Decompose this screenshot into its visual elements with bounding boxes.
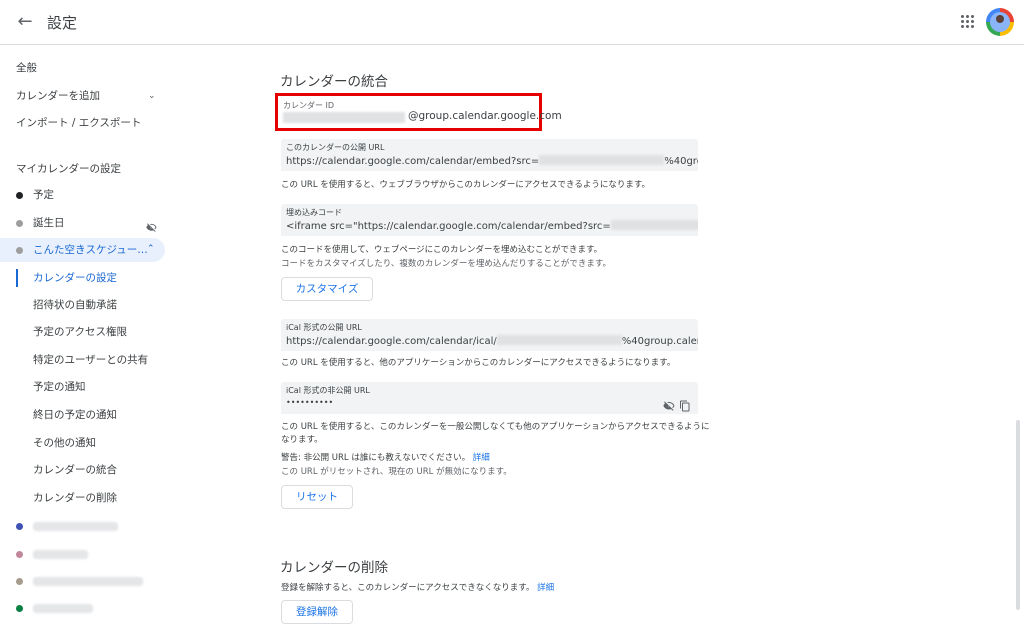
chevron-down-icon: ⌄	[148, 91, 156, 101]
page-title: 設定	[47, 14, 78, 32]
field-value: ••••••••••	[286, 398, 334, 407]
redacted-id	[283, 112, 405, 123]
remove-details-link[interactable]: 詳細	[537, 583, 554, 593]
calendar-id-value[interactable]: @group.calendar.google.com	[408, 110, 562, 122]
private-url-warning: 警告: 非公開 URL は誰にも教えないでください。 詳細	[281, 451, 490, 463]
sidebar-item-label: 全般	[16, 62, 37, 74]
sidebar-item-label: カレンダーの統合	[33, 464, 117, 476]
sidebar-item-add-calendar[interactable]: カレンダーを追加 ⌄	[0, 84, 165, 108]
sidebar-item-label: カレンダーを追加	[16, 90, 100, 102]
sidebar-item-label: 予定	[33, 189, 54, 201]
calendar-color-dot	[16, 247, 23, 254]
sidebar-item-label: 誕生日	[33, 217, 65, 229]
sidebar-calendar-birthday[interactable]: 誕生日	[0, 211, 165, 235]
redacted-calendar-name	[33, 604, 93, 613]
scrollbar[interactable]	[1016, 420, 1020, 610]
calendar-color-dot	[16, 523, 23, 530]
remove-help-text: 登録を解除すると、このカレンダーにアクセスできなくなります。	[281, 583, 535, 593]
top-bar: ← 設定	[0, 0, 1024, 45]
sidebar-calendar-other-3[interactable]	[0, 569, 165, 593]
visibility-off-icon[interactable]	[663, 397, 677, 411]
account-avatar[interactable]	[986, 8, 1014, 36]
sidebar-item-label: 特定のユーザーとの共有	[33, 354, 149, 366]
integrate-calendar-title: カレンダーの統合	[280, 74, 388, 90]
field-label: iCal 形式の非公開 URL	[286, 386, 370, 395]
ical-private-help-2: なります。	[281, 435, 323, 445]
redacted-calendar-name	[33, 550, 88, 559]
field-value: <iframe src="https://calendar.google.com…	[286, 219, 698, 232]
sidebar-item-label: その他の通知	[33, 437, 96, 449]
field-label: iCal 形式の公開 URL	[286, 323, 362, 332]
embed-code-field[interactable]: 埋め込みコード <iframe src="https://calendar.go…	[281, 204, 698, 236]
copy-icon[interactable]	[679, 397, 693, 412]
redacted-calendar-name	[33, 522, 118, 531]
ical-public-url-field[interactable]: iCal 形式の公開 URL https://calendar.google.c…	[281, 319, 698, 351]
sidebar-calendar-other-1[interactable]	[0, 514, 165, 538]
sidebar-item-label: カレンダーの設定	[33, 272, 117, 284]
sidebar-item-label: 予定のアクセス権限	[33, 326, 127, 338]
sidebar-item-label: カレンダーの削除	[33, 492, 117, 504]
sidebar-item-label: 招待状の自動承諾	[33, 299, 117, 311]
reset-button[interactable]: リセット	[281, 485, 353, 509]
apps-grid-icon[interactable]	[958, 12, 978, 32]
public-url-field[interactable]: このカレンダーの公開 URL https://calendar.google.c…	[281, 139, 698, 171]
field-value: https://calendar.google.com/calendar/ica…	[286, 335, 698, 347]
calendar-color-dot	[16, 551, 23, 558]
sidebar-calendar-other-4[interactable]	[0, 596, 165, 620]
calendar-color-dot	[16, 578, 23, 585]
warning-details-link[interactable]: 詳細	[473, 453, 490, 463]
field-label: このカレンダーの公開 URL	[286, 143, 385, 152]
sidebar-calendar-other-2[interactable]	[0, 542, 165, 566]
embed-help-2: コードをカスタマイズしたり、複数のカレンダーを埋め込んだりすることができます。	[281, 259, 612, 269]
field-value: https://calendar.google.com/calendar/emb…	[286, 155, 698, 167]
sidebar-calendar-selected[interactable]: こんた空きスケジュー… ⌃	[0, 238, 165, 262]
warning-text: 警告: 非公開 URL は誰にも教えないでください。	[281, 453, 471, 463]
sidebar-item-label: 終日の予定の通知	[33, 409, 117, 421]
visibility-off-icon[interactable]	[146, 218, 157, 232]
active-indicator	[16, 269, 18, 287]
ical-public-help: この URL を使用すると、他のアプリケーションからこのカレンダーにアクセスでき…	[281, 358, 676, 368]
ical-private-help-1: この URL を使用すると、このカレンダーを一般公開しなくても他のアプリケーショ…	[281, 422, 710, 432]
my-calendars-heading: マイカレンダーの設定	[16, 163, 121, 175]
public-url-help: この URL を使用すると、ウェブブラウザからこのカレンダーにアクセスできるよう…	[281, 180, 650, 190]
ical-private-url-field[interactable]: iCal 形式の非公開 URL ••••••••••	[281, 382, 698, 414]
back-arrow-icon[interactable]: ←	[14, 11, 36, 33]
remove-calendar-help: 登録を解除すると、このカレンダーにアクセスできなくなります。 詳細	[281, 581, 554, 593]
embed-help-1: このコードを使用して、ウェブページにこのカレンダーを埋め込むことができます。	[281, 245, 603, 255]
customize-button[interactable]: カスタマイズ	[281, 277, 373, 301]
reset-help: この URL がリセットされ、現在の URL が無効になります。	[281, 467, 512, 477]
remove-calendar-title: カレンダーの削除	[280, 560, 388, 576]
sidebar-item-label: インポート / エクスポート	[16, 117, 142, 129]
unsubscribe-button[interactable]: 登録解除	[281, 600, 353, 624]
settings-sidebar: 全般 カレンダーを追加 ⌄ インポート / エクスポート マイカレンダーの設定 …	[0, 46, 170, 616]
field-label: 埋め込みコード	[286, 208, 342, 217]
sidebar-item-label: こんた空きスケジュー…	[33, 244, 148, 256]
sidebar-item-label: 予定の通知	[33, 381, 86, 393]
calendar-id-label: カレンダー ID	[283, 101, 335, 110]
chevron-up-icon[interactable]: ⌃	[147, 237, 155, 261]
calendar-color-dot	[16, 220, 23, 227]
redacted-calendar-name	[33, 577, 143, 586]
calendar-color-dot	[16, 192, 23, 199]
calendar-color-dot	[16, 605, 23, 612]
